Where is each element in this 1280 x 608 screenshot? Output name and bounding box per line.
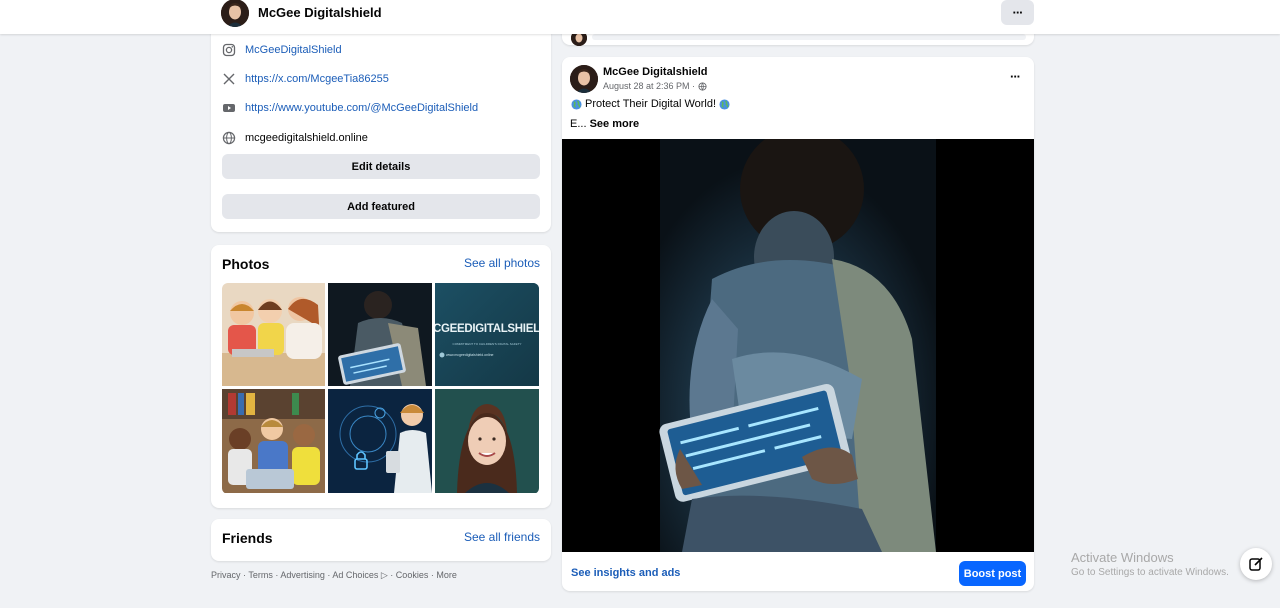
photos-card: Photos See all photos CGEEDIGITALSHIELD … [211, 245, 551, 508]
post-card: McGee Digitalshield August 28 at 2:36 PM… [562, 57, 1034, 591]
x-link[interactable]: https://x.com/McgeeTia86255 [245, 73, 389, 85]
post-image[interactable] [562, 127, 1034, 552]
photo-thumbnail[interactable] [435, 389, 539, 493]
footer-links[interactable]: Privacy · Terms · Advertising · Ad Choic… [211, 570, 457, 581]
post-text-line2: E... See more [570, 118, 639, 130]
see-insights-link[interactable]: See insights and ads [571, 567, 680, 579]
photos-title: Photos [222, 256, 270, 272]
intro-card: McGeeDigitalShield https://x.com/McgeeTi… [211, 20, 551, 232]
photo-thumbnail[interactable] [328, 389, 432, 493]
post-text-line1: Protect Their Digital World! [571, 98, 730, 110]
youtube-icon [222, 101, 236, 115]
post-timestamp[interactable]: August 28 at 2:36 PM · [603, 81, 695, 91]
photo-thumbnail-logo[interactable]: CGEEDIGITALSHIELD COMMITMENT TO CHILDREN… [435, 283, 539, 386]
logo-tagline: COMMITMENT TO CHILDREN'S DIGITAL SAFETY [452, 342, 522, 346]
post-headline: Protect Their Digital World! [585, 98, 717, 110]
website-text[interactable]: mcgeedigitalshield.online [245, 132, 368, 144]
friends-title: Friends [222, 530, 273, 546]
see-more-link[interactable]: See more [590, 118, 640, 130]
page-header-bar: McGee Digitalshield ··· [0, 0, 1280, 34]
comment-input-bar[interactable] [592, 34, 1026, 40]
post-author-name[interactable]: McGee Digitalshield [603, 66, 708, 78]
globe-icon [222, 131, 236, 145]
earth-emoji-icon [719, 98, 730, 110]
instagram-link[interactable]: McGeeDigitalShield [245, 44, 342, 56]
public-globe-icon [698, 81, 707, 91]
photo-thumbnail[interactable] [222, 283, 325, 386]
see-all-friends-link[interactable]: See all friends [464, 530, 540, 544]
logo-wordmark: CGEEDIGITALSHIELD [435, 323, 539, 335]
logo-url: www.mcgeedigitalshield.online [446, 353, 494, 357]
post-options-button[interactable]: ··· [1010, 69, 1021, 84]
post-meta: August 28 at 2:36 PM · [603, 81, 707, 91]
intro-item-youtube[interactable]: https://www.youtube.com/@McGeeDigitalShi… [222, 99, 478, 117]
instagram-icon [222, 43, 236, 57]
post-truncated-text: E... [570, 118, 590, 130]
photo-thumbnail[interactable] [222, 389, 325, 493]
intro-item-x[interactable]: https://x.com/McgeeTia86255 [222, 70, 389, 88]
more-options-button[interactable]: ··· [1001, 0, 1034, 25]
x-icon [222, 72, 236, 86]
post-author-avatar[interactable] [570, 65, 598, 93]
activate-windows-title: Activate Windows [1071, 550, 1174, 565]
friends-card: Friends See all friends [211, 519, 551, 561]
intro-item-website[interactable]: mcgeedigitalshield.online [222, 129, 368, 147]
add-featured-button[interactable]: Add featured [222, 194, 540, 219]
page-avatar[interactable] [221, 0, 249, 27]
page-name[interactable]: McGee Digitalshield [258, 5, 382, 20]
photo-thumbnail[interactable] [328, 283, 432, 386]
intro-item-instagram[interactable]: McGeeDigitalShield [222, 41, 342, 59]
compose-icon [1249, 557, 1263, 571]
boost-post-button[interactable]: Boost post [959, 561, 1026, 586]
see-all-photos-link[interactable]: See all photos [464, 256, 540, 270]
edit-details-button[interactable]: Edit details [222, 154, 540, 179]
photos-grid: CGEEDIGITALSHIELD COMMITMENT TO CHILDREN… [222, 283, 539, 494]
youtube-link[interactable]: https://www.youtube.com/@McGeeDigitalShi… [245, 102, 478, 114]
new-message-button[interactable] [1240, 548, 1272, 580]
activate-windows-subtitle: Go to Settings to activate Windows. [1071, 567, 1229, 578]
earth-emoji-icon [571, 98, 582, 110]
